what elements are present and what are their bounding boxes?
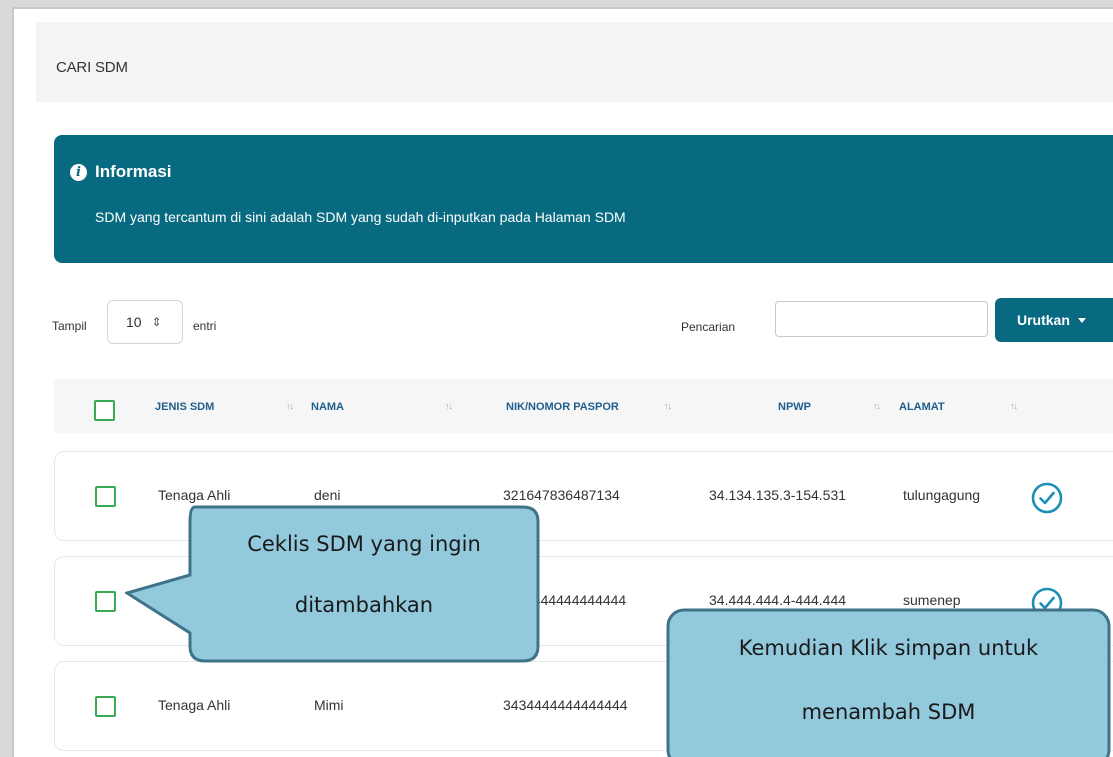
info-title-text: Informasi bbox=[95, 162, 172, 181]
callout-right-line1: Kemudian Klik simpan untuk bbox=[738, 636, 1039, 660]
row-checkbox[interactable] bbox=[95, 696, 116, 717]
callout-save: Kemudian Klik simpan untuk menambah SDM bbox=[666, 608, 1111, 757]
callout-check-sdm: Ceklis SDM yang ingin ditambahkan bbox=[123, 505, 540, 663]
screenshot-frame: CARI SDM i Informasi SDM yang tercantum … bbox=[12, 7, 1113, 757]
caret-down-icon bbox=[1077, 317, 1086, 323]
entries-value: 10 bbox=[126, 314, 142, 330]
callout-right-line2: menambah SDM bbox=[801, 700, 976, 724]
entries-suffix: entri bbox=[193, 319, 217, 333]
info-title: i Informasi bbox=[70, 162, 172, 182]
header-nama[interactable]: NAMA bbox=[311, 401, 344, 413]
cell-alamat: sumenep bbox=[903, 592, 961, 608]
page: CARI SDM i Informasi SDM yang tercantum … bbox=[14, 9, 1113, 757]
search-label: Pencarian bbox=[681, 320, 736, 334]
cell-alamat: tulungagung bbox=[903, 487, 981, 503]
search-input[interactable] bbox=[775, 301, 988, 337]
cell-nik: 4444444444444 bbox=[525, 592, 627, 608]
check-circle-icon[interactable] bbox=[1031, 482, 1063, 514]
cell-nama: deni bbox=[314, 487, 341, 503]
sort-button[interactable]: Urutkan bbox=[995, 298, 1113, 342]
cell-npwp: 34.134.135.3-154.531 bbox=[709, 487, 847, 503]
search-section-header: CARI SDM bbox=[36, 22, 1113, 102]
cell-nik: 3434444444444444 bbox=[503, 697, 628, 713]
cell-nik: 321647836487134 bbox=[503, 487, 620, 503]
callout-left-line2: ditambahkan bbox=[294, 593, 434, 617]
sort-icon[interactable]: ↑↓ bbox=[445, 401, 453, 411]
cell-nama: Mimi bbox=[314, 697, 344, 713]
sort-button-label: Urutkan bbox=[1017, 312, 1070, 328]
callout-box-shape bbox=[666, 608, 1111, 757]
header-jenis-sdm[interactable]: JENIS SDM bbox=[155, 401, 214, 413]
callout-left-line1: Ceklis SDM yang ingin bbox=[247, 532, 481, 556]
cell-jenis: Tenaga Ahli bbox=[158, 697, 231, 713]
sort-icon[interactable]: ↑↓ bbox=[1010, 401, 1018, 411]
info-message: SDM yang tercantum di sini adalah SDM ya… bbox=[95, 209, 626, 225]
select-arrows-icon: ⇕ bbox=[151, 315, 162, 329]
show-label: Tampil bbox=[52, 319, 87, 333]
select-all-checkbox[interactable] bbox=[94, 400, 115, 421]
table-header: JENIS SDM ↑↓ NAMA ↑↓ NIK/NOMOR PASPOR ↑↓… bbox=[54, 379, 1113, 433]
section-title: CARI SDM bbox=[56, 59, 128, 76]
sort-icon[interactable]: ↑↓ bbox=[286, 401, 294, 411]
header-alamat[interactable]: ALAMAT bbox=[899, 401, 945, 413]
sort-icon[interactable]: ↑↓ bbox=[873, 401, 881, 411]
entries-select[interactable]: 10 ⇕ bbox=[107, 300, 183, 344]
info-alert: i Informasi SDM yang tercantum di sini a… bbox=[54, 135, 1113, 263]
info-icon: i bbox=[70, 163, 87, 181]
callout-bubble-shape bbox=[123, 505, 540, 663]
header-npwp[interactable]: NPWP bbox=[778, 401, 811, 413]
row-checkbox[interactable] bbox=[95, 486, 116, 507]
cell-jenis: Tenaga Ahli bbox=[158, 487, 231, 503]
header-nik[interactable]: NIK/NOMOR PASPOR bbox=[506, 401, 619, 413]
sort-icon[interactable]: ↑↓ bbox=[664, 401, 672, 411]
row-checkbox[interactable] bbox=[95, 591, 116, 612]
cell-npwp: 34.444.444.4-444.444 bbox=[709, 592, 847, 608]
